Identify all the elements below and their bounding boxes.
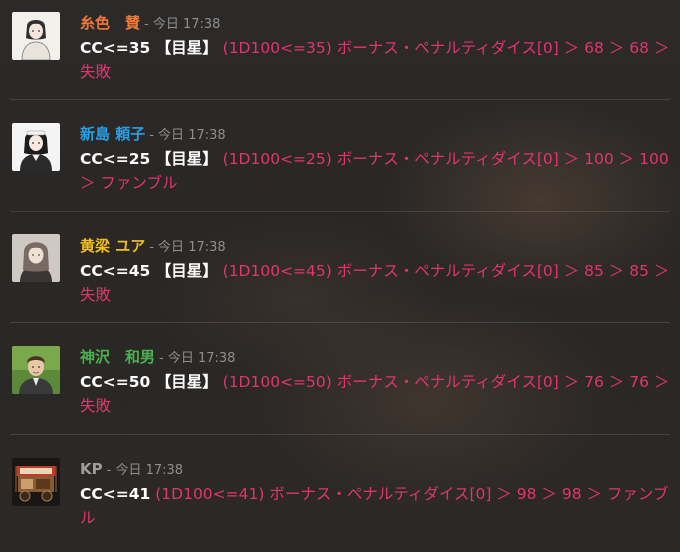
message-header: 糸色 賛 - 今日 17:38 <box>80 13 220 33</box>
message-body: CC<=50 【目星】 (1D100<=50) ボーナス・ペナルティダイス[0]… <box>80 370 670 418</box>
divider <box>10 434 670 435</box>
message-header: 新島 頼子 - 今日 17:38 <box>80 124 226 144</box>
message-body: CC<=25 【目星】 (1D100<=25) ボーナス・ペナルティダイス[0]… <box>80 147 670 195</box>
food-cart-icon <box>12 458 60 506</box>
avatar[interactable] <box>12 12 60 60</box>
message-body: CC<=35 【目星】 (1D100<=35) ボーナス・ペナルティダイス[0]… <box>80 36 670 84</box>
dice-command: CC<=45 【目星】 <box>80 262 218 280</box>
avatar-portrait-icon <box>12 123 60 171</box>
divider <box>10 211 670 212</box>
message-body: CC<=41 (1D100<=41) ボーナス・ペナルティダイス[0] ＞ 98… <box>80 482 670 530</box>
avatar[interactable] <box>12 346 60 394</box>
avatar[interactable] <box>12 458 60 506</box>
avatar-portrait-icon <box>12 234 60 282</box>
speaker-name[interactable]: 神沢 和男 <box>80 348 155 366</box>
timestamp: - 今日 17:38 <box>149 240 226 255</box>
avatar-portrait-icon <box>12 346 60 394</box>
speaker-name[interactable]: 糸色 賛 <box>80 14 140 32</box>
chat-log: 糸色 賛 - 今日 17:38 CC<=35 【目星】 (1D100<=35) ボ… <box>0 0 680 552</box>
speaker-name[interactable]: 黄梁 ユア <box>80 237 145 255</box>
message-header: 黄梁 ユア - 今日 17:38 <box>80 236 226 256</box>
speaker-name[interactable]: 新島 頼子 <box>80 125 145 143</box>
divider <box>10 322 670 323</box>
dice-command: CC<=35 【目星】 <box>80 39 218 57</box>
timestamp: - 今日 17:38 <box>144 17 221 32</box>
dice-command: CC<=41 <box>80 485 151 503</box>
divider <box>10 99 670 100</box>
speaker-name[interactable]: KP <box>80 460 103 478</box>
avatar[interactable] <box>12 234 60 282</box>
dice-command: CC<=50 【目星】 <box>80 373 218 391</box>
message-header: 神沢 和男 - 今日 17:38 <box>80 347 235 367</box>
timestamp: - 今日 17:38 <box>149 128 226 143</box>
message-header: KP - 今日 17:38 <box>80 459 183 479</box>
timestamp: - 今日 17:38 <box>159 351 236 366</box>
dice-result: (1D100<=41) ボーナス・ペナルティダイス[0] ＞ 98 ＞ 98 ＞… <box>80 485 669 527</box>
dice-command: CC<=25 【目星】 <box>80 150 218 168</box>
avatar[interactable] <box>12 123 60 171</box>
avatar-portrait-icon <box>12 12 60 60</box>
timestamp: - 今日 17:38 <box>106 463 184 478</box>
message-body: CC<=45 【目星】 (1D100<=45) ボーナス・ペナルティダイス[0]… <box>80 259 670 307</box>
